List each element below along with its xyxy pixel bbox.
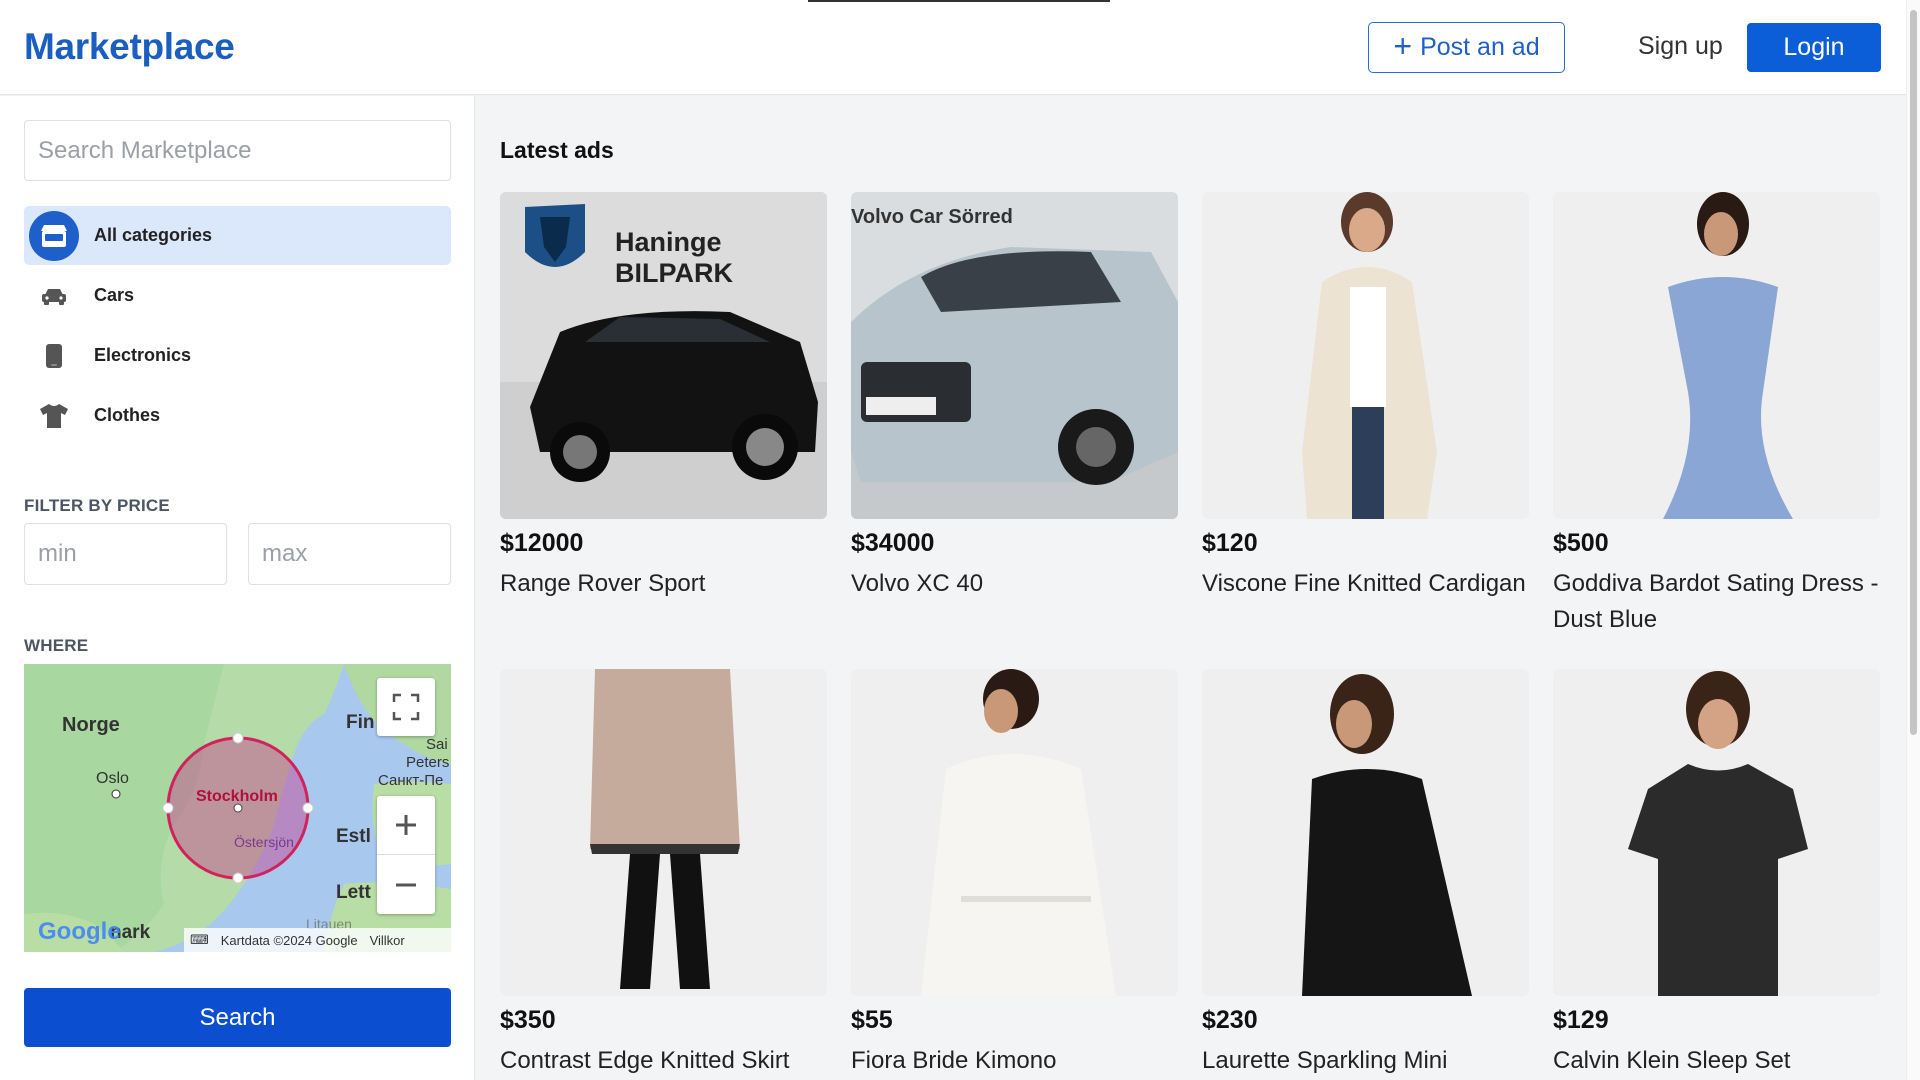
- ad-price: $120: [1202, 529, 1258, 557]
- dealer-sign-text: Volvo Car Sörred: [851, 206, 1013, 228]
- top-header: Marketplace + Post an ad Sign up Login: [0, 0, 1906, 95]
- ad-card[interactable]: $55 Fiora Bride Kimono: [851, 669, 1178, 1079]
- ad-title[interactable]: Fiora Bride Kimono: [851, 1043, 1178, 1079]
- plus-icon: +: [1393, 28, 1413, 64]
- ad-title[interactable]: Laurette Sparkling Mini: [1202, 1043, 1529, 1079]
- black-suv-photo: Haninge BILPARK: [500, 192, 827, 519]
- scroll-thumb[interactable]: [1910, 10, 1917, 735]
- max-price-input[interactable]: [248, 523, 451, 585]
- map-label-peters: Peters: [406, 754, 450, 771]
- filter-price-label: FILTER BY PRICE: [24, 496, 170, 515]
- category-label: Electronics: [94, 345, 192, 365]
- login-button[interactable]: Login: [1747, 23, 1881, 72]
- silver-suv-photo: Volvo Car Sörred: [851, 192, 1178, 519]
- black-dress-photo: [1202, 669, 1529, 996]
- ad-price: $230: [1202, 1006, 1258, 1034]
- ad-card[interactable]: $350 Contrast Edge Knitted Skirt: [500, 669, 827, 1079]
- signup-link[interactable]: Sign up: [1638, 32, 1723, 61]
- ad-price: $129: [1553, 1006, 1609, 1034]
- map-label-fin: Fin: [346, 712, 375, 733]
- post-ad-button[interactable]: + Post an ad: [1368, 22, 1565, 73]
- plus-icon: [396, 815, 416, 835]
- dealer-sign-text: Haninge BILPARK: [615, 227, 733, 288]
- ad-card[interactable]: $230 Laurette Sparkling Mini: [1202, 669, 1529, 1079]
- ad-title[interactable]: Volvo XC 40: [851, 566, 1178, 602]
- ad-title[interactable]: Viscone Fine Knitted Cardigan: [1202, 566, 1529, 602]
- ad-title[interactable]: Goddiva Bardot Sating Dress - Dust Blue: [1553, 566, 1880, 638]
- ad-card[interactable]: $500 Goddiva Bardot Sating Dress - Dust …: [1553, 192, 1880, 638]
- where-label: WHERE: [24, 636, 89, 655]
- ad-card[interactable]: $129 Calvin Klein Sleep Set: [1553, 669, 1880, 1079]
- zoom-in-button[interactable]: [377, 796, 435, 855]
- map-attribution-bar: ⌨ Kartdata ©2024 Google Villkor: [184, 928, 451, 952]
- keyboard-icon[interactable]: ⌨: [190, 932, 209, 948]
- site-logo[interactable]: Marketplace: [24, 26, 235, 68]
- fullscreen-icon: [392, 693, 420, 721]
- car-icon: [29, 271, 79, 321]
- ad-price: $34000: [851, 529, 935, 557]
- zoom-out-button[interactable]: [377, 855, 435, 914]
- ad-title[interactable]: Calvin Klein Sleep Set: [1553, 1043, 1880, 1079]
- map-label-ostersjon: Östersjön: [234, 834, 294, 850]
- search-input[interactable]: [24, 120, 451, 181]
- ad-price: $12000: [500, 529, 584, 557]
- fullscreen-button[interactable]: [377, 678, 435, 736]
- black-tshirt-photo: [1553, 669, 1880, 996]
- blue-dress-photo: [1553, 192, 1880, 519]
- map-terms-link[interactable]: Villkor: [370, 933, 405, 948]
- map-label-spb: Санкт-Пе: [378, 772, 444, 789]
- ad-price: $55: [851, 1006, 893, 1034]
- category-label: Cars: [94, 285, 135, 305]
- map-label-lett: Lett: [336, 882, 371, 903]
- post-ad-label: Post an ad: [1420, 33, 1540, 61]
- category-electronics[interactable]: Electronics: [24, 326, 451, 385]
- ad-card[interactable]: Volvo Car Sörred $34000 Volvo XC 40: [851, 192, 1178, 602]
- phone-icon: [29, 331, 79, 381]
- tshirt-icon: [29, 391, 79, 441]
- min-price-input[interactable]: [24, 523, 227, 585]
- google-logo: Google: [38, 918, 121, 945]
- map-label-oslo: Oslo: [96, 770, 129, 787]
- category-clothes[interactable]: Clothes: [24, 386, 451, 445]
- search-button[interactable]: Search: [24, 988, 451, 1047]
- ad-price: $500: [1553, 529, 1609, 557]
- sidebar: All categories Cars Electronics Clothes …: [0, 96, 475, 1080]
- page-scrollbar[interactable]: [1906, 0, 1920, 1080]
- minus-icon: [396, 883, 416, 886]
- category-cars[interactable]: Cars: [24, 266, 451, 325]
- location-map[interactable]: Norge Oslo Stockholm Östersjön Fin Sai P…: [24, 664, 451, 952]
- store-icon: [29, 210, 79, 261]
- ad-card[interactable]: $120 Viscone Fine Knitted Cardigan: [1202, 192, 1529, 602]
- map-attribution: Kartdata ©2024 Google: [220, 932, 358, 948]
- map-label-sai: Sai: [426, 736, 448, 753]
- map-label-estl: Estl: [336, 826, 371, 847]
- top-indicator: [808, 0, 1110, 2]
- ad-title[interactable]: Contrast Edge Knitted Skirt: [500, 1043, 827, 1079]
- ad-title[interactable]: Range Rover Sport: [500, 566, 827, 602]
- white-kimono-photo: [851, 669, 1178, 996]
- map-label-norge: Norge: [62, 714, 120, 736]
- zoom-controls: [377, 796, 435, 914]
- ad-price: $350: [500, 1006, 556, 1034]
- knitted-skirt-photo: [500, 669, 827, 996]
- category-label: Clothes: [94, 405, 161, 425]
- category-all[interactable]: All categories: [24, 206, 451, 265]
- cardigan-photo: [1202, 192, 1529, 519]
- category-label: All categories: [94, 225, 213, 245]
- map-label-stockholm: Stockholm: [196, 788, 278, 805]
- page-title: Latest ads: [500, 137, 614, 163]
- ad-card[interactable]: Haninge BILPARK $12000 Range Rover Sport: [500, 192, 827, 602]
